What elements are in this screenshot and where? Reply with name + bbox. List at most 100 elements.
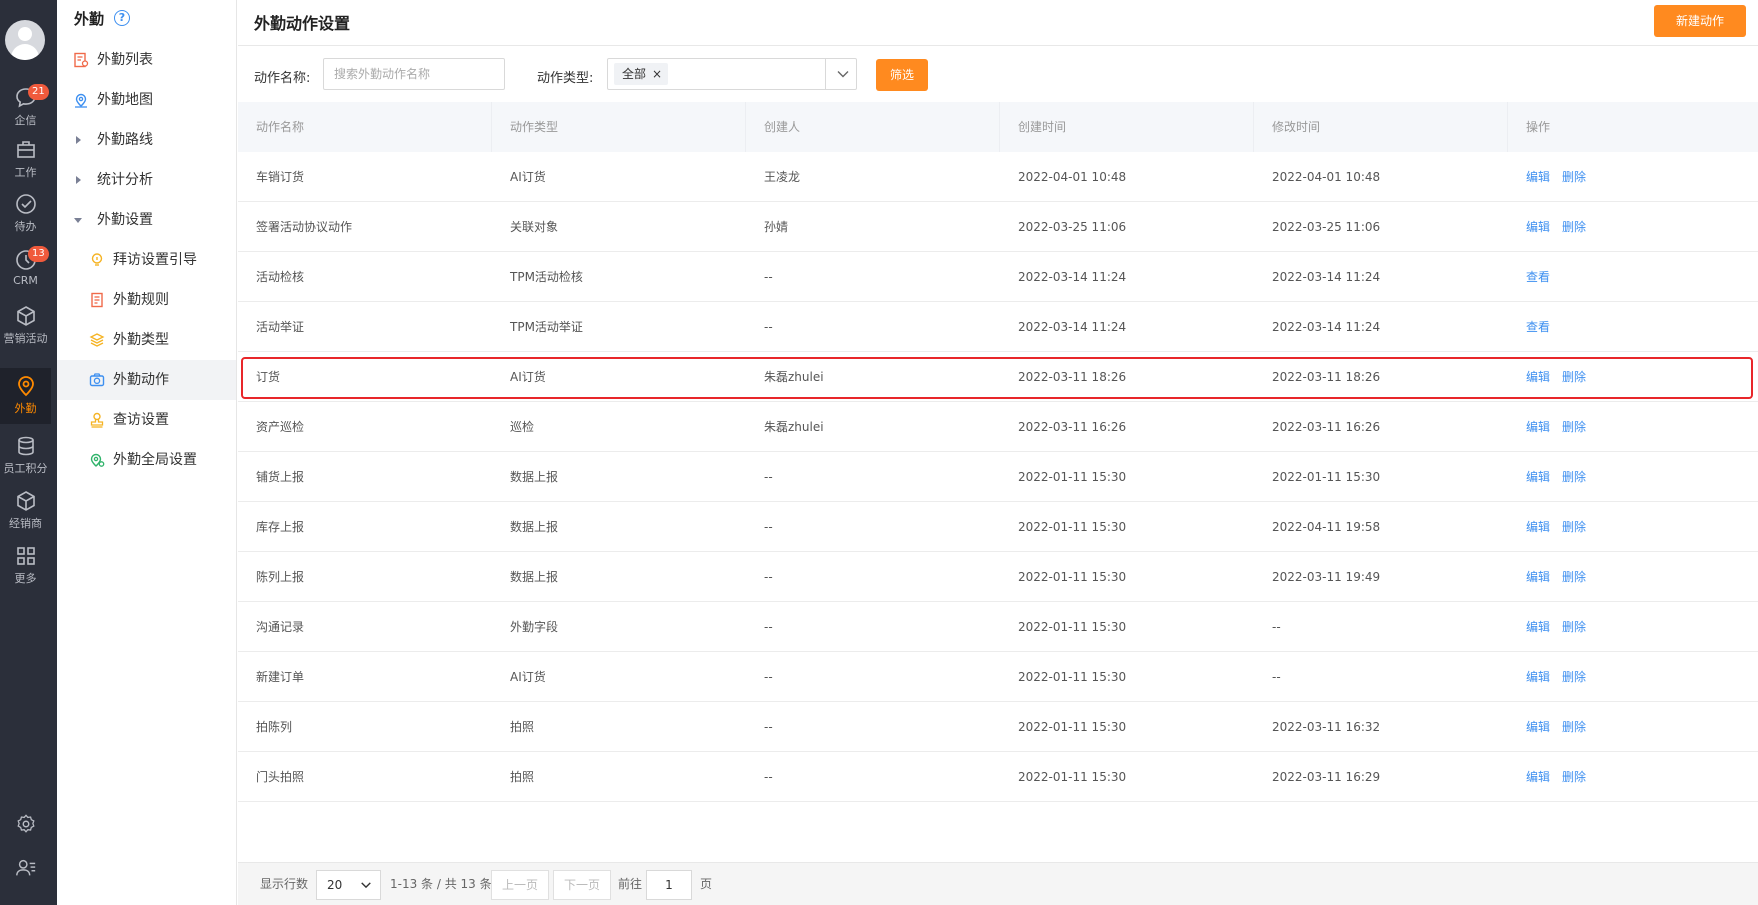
rail-item-points[interactable]: 员工积分 <box>0 428 51 480</box>
menu-item-global-settings[interactable]: 外勤全局设置 <box>57 440 236 480</box>
unread-badge: 21 <box>28 84 49 100</box>
filter-button[interactable]: 筛选 <box>876 59 928 91</box>
delete-link[interactable]: 删除 <box>1562 420 1586 434</box>
menu-item-inspection-settings[interactable]: 查访设置 <box>57 400 236 440</box>
menu-item-field-actions[interactable]: 外勤动作 <box>57 360 236 400</box>
menu-label: 外勤全局设置 <box>113 452 197 468</box>
menu-item-visit-guide[interactable]: 拜访设置引导 <box>57 240 236 280</box>
rail-item-work[interactable]: 工作 <box>0 132 51 184</box>
cell-name: 活动举证 <box>256 320 305 334</box>
cell-modified: 2022-04-01 10:48 <box>1272 170 1381 184</box>
edit-link[interactable]: 编辑 <box>1526 470 1550 484</box>
delete-link[interactable]: 删除 <box>1562 220 1586 234</box>
cell-modified: -- <box>1272 620 1281 634</box>
table-row: 活动举证 TPM活动举证 -- 2022-03-14 11:24 2022-03-14 … <box>238 302 1758 352</box>
cell-modified: 2022-03-11 19:49 <box>1272 570 1381 584</box>
cell-created: 2022-01-11 15:30 <box>1018 720 1127 734</box>
view-link[interactable]: 查看 <box>1526 320 1550 334</box>
rail-item-todo[interactable]: 待办 <box>0 186 51 238</box>
settings-button[interactable] <box>0 813 51 835</box>
edit-link[interactable]: 编辑 <box>1526 220 1550 234</box>
cell-creator: -- <box>764 620 773 634</box>
rail-label: 经销商 <box>9 517 42 530</box>
cell-created: 2022-01-11 15:30 <box>1018 620 1127 634</box>
cube-icon <box>16 306 35 326</box>
action-type-select[interactable]: 全部 × <box>607 58 857 90</box>
menu-item-statistics[interactable]: 统计分析 <box>57 160 236 200</box>
column-header: 创建时间 <box>1000 102 1254 152</box>
cell-name: 沟通记录 <box>256 620 305 634</box>
menu-label: 外勤列表 <box>97 52 153 68</box>
cell-modified: 2022-03-14 11:24 <box>1272 320 1381 334</box>
menu-item-field-route[interactable]: 外勤路线 <box>57 120 236 160</box>
goto-page-input[interactable]: 1 <box>646 870 692 900</box>
tag-close-icon[interactable]: × <box>652 63 662 85</box>
delete-link[interactable]: 删除 <box>1562 620 1586 634</box>
edit-link[interactable]: 编辑 <box>1526 570 1550 584</box>
edit-link[interactable]: 编辑 <box>1526 370 1550 384</box>
menu-item-field-list[interactable]: 外勤列表 <box>57 40 236 80</box>
delete-link[interactable]: 删除 <box>1562 520 1586 534</box>
menu-item-field-map[interactable]: 外勤地图 <box>57 80 236 120</box>
edit-link[interactable]: 编辑 <box>1526 670 1550 684</box>
action-name-search-input[interactable]: 搜索外勤动作名称 <box>323 58 505 90</box>
edit-link[interactable]: 编辑 <box>1526 170 1550 184</box>
chevron-down-icon[interactable] <box>836 67 850 81</box>
cell-creator: -- <box>764 770 773 784</box>
prev-page-button[interactable]: 上一页 <box>491 870 549 900</box>
rail-label: 营销活动 <box>3 332 48 345</box>
page-title: 外勤动作设置 <box>254 14 351 33</box>
next-page-button[interactable]: 下一页 <box>553 870 611 900</box>
cell-type: 数据上报 <box>510 570 559 584</box>
edit-link[interactable]: 编辑 <box>1526 520 1550 534</box>
menu-item-field-types[interactable]: 外勤类型 <box>57 320 236 360</box>
delete-link[interactable]: 删除 <box>1562 170 1586 184</box>
table-row: 活动检核 TPM活动检核 -- 2022-03-14 11:24 2022-03-14 … <box>238 252 1758 302</box>
cell-created: 2022-03-25 11:06 <box>1018 220 1127 234</box>
cell-actions: 编辑 删除 <box>1508 452 1598 502</box>
camera-icon <box>89 373 105 387</box>
table-row: 签署活动协议动作 关联对象 孙婧 2022-03-25 11:06 2022-03-25… <box>238 202 1758 252</box>
edit-link[interactable]: 编辑 <box>1526 720 1550 734</box>
cell-type: 拍照 <box>510 770 535 784</box>
page-size-select[interactable]: 20 <box>316 870 381 900</box>
rail-item-crm[interactable]: 13 CRM <box>0 242 51 294</box>
delete-link[interactable]: 删除 <box>1562 670 1586 684</box>
help-icon[interactable]: ? <box>114 10 130 26</box>
cell-actions: 编辑 删除 <box>1508 552 1598 602</box>
edit-link[interactable]: 编辑 <box>1526 770 1550 784</box>
cell-name: 订货 <box>256 370 281 384</box>
cell-actions: 编辑 删除 <box>1508 352 1598 402</box>
menu-item-field-rules[interactable]: 外勤规则 <box>57 280 236 320</box>
table-row: 陈列上报 数据上报 -- 2022-01-11 15:30 2022-03-11 19:… <box>238 552 1758 602</box>
user-avatar[interactable] <box>5 20 45 60</box>
edit-link[interactable]: 编辑 <box>1526 620 1550 634</box>
cell-modified: 2022-03-11 18:26 <box>1272 370 1381 384</box>
user-management-button[interactable] <box>0 857 51 879</box>
column-header: 操作 <box>1526 120 1551 134</box>
database-icon <box>17 436 34 456</box>
delete-link[interactable]: 删除 <box>1562 470 1586 484</box>
cell-type: AI订货 <box>510 670 546 684</box>
location-gear-icon <box>90 453 105 467</box>
new-action-button[interactable]: 新建动作 <box>1654 5 1746 37</box>
cell-actions: 编辑 删除 <box>1508 502 1598 552</box>
rail-item-marketing[interactable]: 营销活动 <box>0 298 51 350</box>
edit-link[interactable]: 编辑 <box>1526 420 1550 434</box>
rail-item-messages[interactable]: 21 企信 <box>0 80 51 132</box>
menu-item-field-settings[interactable]: 外勤设置 <box>57 200 236 240</box>
view-link[interactable]: 查看 <box>1526 270 1550 284</box>
rail-item-field[interactable]: 外勤 <box>0 368 51 424</box>
rail-item-dealer[interactable]: 经销商 <box>0 483 51 535</box>
column-header: 修改时间 <box>1254 102 1508 152</box>
menu-label: 外勤动作 <box>113 372 169 388</box>
lightbulb-icon <box>91 253 103 266</box>
delete-link[interactable]: 删除 <box>1562 370 1586 384</box>
rail-item-more[interactable]: 更多 <box>0 538 51 590</box>
table-row: 铺货上报 数据上报 -- 2022-01-11 15:30 2022-01-11 15:… <box>238 452 1758 502</box>
delete-link[interactable]: 删除 <box>1562 770 1586 784</box>
rows-per-page-label: 显示行数 <box>260 877 309 891</box>
delete-link[interactable]: 删除 <box>1562 720 1586 734</box>
list-icon <box>74 52 89 68</box>
delete-link[interactable]: 删除 <box>1562 570 1586 584</box>
